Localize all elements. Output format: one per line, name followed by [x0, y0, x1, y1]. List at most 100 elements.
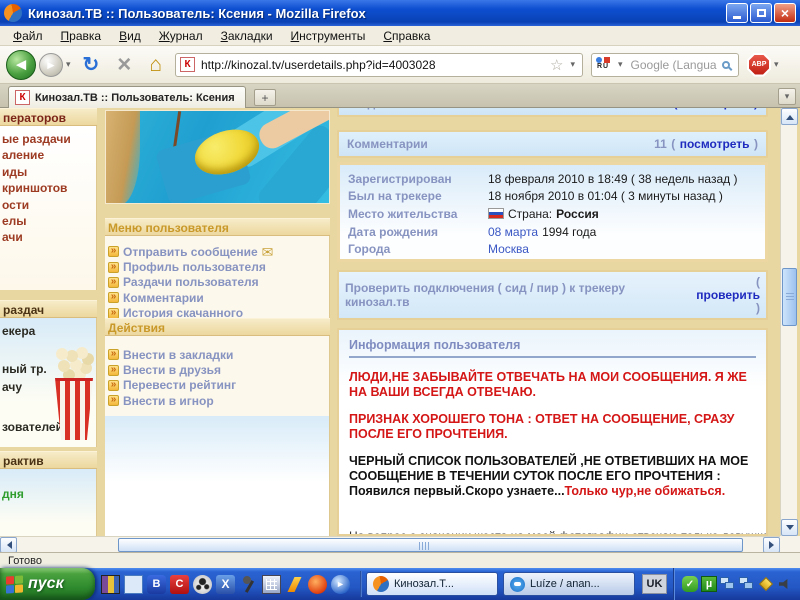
- sidebar-link[interactable]: ачи: [0, 229, 96, 245]
- tab-active[interactable]: К Кинозал.ТВ :: Пользователь: Ксения: [8, 86, 246, 108]
- menu-arrow-icon: »: [108, 395, 119, 406]
- city-link[interactable]: Москва: [488, 242, 529, 256]
- minimize-button[interactable]: [726, 3, 748, 23]
- stop-button[interactable]: ×: [108, 51, 140, 79]
- menu-file[interactable]: Файл: [4, 27, 52, 45]
- taskbar-task-messenger[interactable]: Luíze / anan...: [503, 572, 635, 596]
- c-app-icon[interactable]: C: [170, 575, 189, 594]
- sidebar-link[interactable]: ости: [0, 197, 96, 213]
- menu-item-torrents[interactable]: »Раздачи пользователя: [108, 275, 329, 290]
- network-tray-icon[interactable]: [720, 576, 736, 592]
- utorrent-tray-icon[interactable]: µ: [701, 576, 717, 592]
- adblock-button[interactable]: ABP: [747, 53, 771, 77]
- user-info-clipped-line: На вопрос о значении жеста на моей фотог…: [349, 529, 768, 536]
- sidebar-stat[interactable]: ный тр.: [2, 362, 47, 376]
- network-tray-icon[interactable]: [739, 576, 755, 592]
- close-button[interactable]: ×: [774, 3, 796, 23]
- sidebar-link[interactable]: иды: [0, 164, 96, 180]
- refresh-button[interactable]: ↻: [74, 52, 109, 77]
- flashget-icon[interactable]: [285, 575, 304, 594]
- forward-button[interactable]: ►: [39, 53, 63, 77]
- sidebar-link[interactable]: елы: [0, 213, 96, 229]
- search-input[interactable]: [629, 57, 719, 73]
- action-add-ignore[interactable]: »Внести в игнор: [108, 393, 329, 408]
- search-icon[interactable]: [722, 61, 730, 69]
- action-transfer-rating[interactable]: »Перевести рейтинг: [108, 378, 329, 393]
- home-button[interactable]: ⌂: [140, 53, 171, 77]
- adblock-dropdown-icon[interactable]: ▾: [771, 59, 782, 70]
- menu-edit[interactable]: Правка: [52, 27, 111, 45]
- start-button[interactable]: пуск: [0, 568, 95, 600]
- restore-button[interactable]: [750, 3, 772, 23]
- scroll-up-button[interactable]: [781, 108, 798, 125]
- taskbar-clock: 1:08: [796, 578, 800, 590]
- engine-dropdown-icon[interactable]: ▾: [615, 59, 626, 70]
- taskbar-separator: [360, 571, 362, 597]
- user-info-table: Зарегистрирован18 февраля 2010 в 18:49 (…: [337, 162, 768, 262]
- vertical-scrollbar[interactable]: [780, 108, 797, 536]
- back-button[interactable]: ◄: [6, 50, 36, 80]
- windows-logo-icon: [6, 575, 23, 593]
- menu-item-send-message[interactable]: »Отправить сообщение✉: [108, 244, 329, 259]
- sidebar-link[interactable]: криншотов: [0, 180, 96, 196]
- menu-help[interactable]: Справка: [374, 27, 439, 45]
- comments-view-link[interactable]: посмотреть: [680, 137, 750, 151]
- language-indicator[interactable]: UK: [642, 574, 667, 594]
- documents-icon[interactable]: [124, 575, 143, 594]
- scroll-down-button[interactable]: [781, 519, 798, 536]
- bookmark-star-icon[interactable]: ☆: [550, 56, 563, 74]
- torrents-view-link[interactable]: ( посмотреть ): [674, 108, 758, 110]
- calculator-icon[interactable]: [262, 575, 281, 594]
- site-favicon: К: [180, 57, 195, 72]
- page-content: ператоров ые раздачи аление иды криншото…: [0, 108, 800, 536]
- sidebar-green-link[interactable]: дня: [2, 487, 24, 501]
- sidebar-stat[interactable]: екера: [2, 324, 35, 338]
- vertical-scroll-thumb[interactable]: [782, 268, 797, 326]
- winrar-icon[interactable]: [101, 575, 120, 594]
- divx-icon[interactable]: X: [216, 575, 235, 594]
- tab-list-button[interactable]: ▾: [778, 88, 796, 105]
- history-dropdown-icon[interactable]: ▾: [63, 59, 74, 70]
- search-engine-icon[interactable]: RU: [596, 57, 612, 72]
- sidebar-stat[interactable]: ачу: [2, 380, 22, 394]
- action-add-friend[interactable]: »Внести в друзья: [108, 362, 329, 377]
- url-input[interactable]: [199, 57, 546, 73]
- menu-item-comments[interactable]: »Комментарии: [108, 290, 329, 305]
- scroll-left-button[interactable]: [0, 537, 17, 553]
- download-master-icon[interactable]: [308, 575, 327, 594]
- russia-flag-icon: [488, 208, 504, 219]
- middle-empty-box: [105, 416, 330, 536]
- torrents-row: Раздачи ( посмотреть ): [337, 108, 768, 117]
- user-info-paragraph: ПРИЗНАК ХОРОШЕГО ТОНА : ОТВЕТ НА СООБЩЕН…: [349, 412, 756, 442]
- url-dropdown-icon[interactable]: ▾: [567, 59, 578, 70]
- birthday-link[interactable]: 08 марта: [488, 225, 538, 239]
- user-avatar-photo: [105, 110, 330, 204]
- open-paren: (: [671, 137, 675, 151]
- scroll-right-button[interactable]: [763, 537, 780, 553]
- action-add-bookmark[interactable]: »Внести в закладки: [108, 347, 329, 362]
- volume-tray-icon[interactable]: [777, 576, 793, 592]
- horizontal-scrollbar[interactable]: [0, 536, 797, 552]
- microphone-icon[interactable]: [239, 575, 258, 594]
- actions-header: Действия: [105, 318, 330, 336]
- menu-bookmarks[interactable]: Закладки: [212, 27, 282, 45]
- bluetooth-icon[interactable]: B: [147, 575, 166, 594]
- punto-switcher-tray-icon[interactable]: [758, 576, 774, 592]
- popcorn-image: [52, 346, 96, 444]
- menu-item-profile[interactable]: »Профиль пользователя: [108, 259, 329, 274]
- menu-tools[interactable]: Инструменты: [282, 27, 375, 45]
- football-tv-icon[interactable]: [193, 575, 212, 594]
- scroll-down-icon: [786, 525, 794, 534]
- horizontal-scroll-thumb[interactable]: [118, 538, 743, 552]
- menu-view[interactable]: Вид: [110, 27, 150, 45]
- new-tab-button[interactable]: +: [254, 89, 276, 106]
- sidebar-link[interactable]: ые раздачи: [0, 131, 96, 147]
- check-link[interactable]: проверить: [696, 289, 760, 302]
- table-row: Зарегистрирован18 февраля 2010 в 18:49 (…: [348, 170, 765, 188]
- sidebar-link[interactable]: аление: [0, 147, 96, 163]
- window-titlebar[interactable]: Кинозал.ТВ :: Пользователь: Ксения - Moz…: [0, 0, 800, 26]
- taskbar-task-kinozal[interactable]: Кинозал.Т...: [366, 572, 498, 596]
- media-player-icon[interactable]: ►: [331, 575, 350, 594]
- skype-tray-icon[interactable]: ✓: [682, 576, 698, 592]
- menu-history[interactable]: Журнал: [150, 27, 212, 45]
